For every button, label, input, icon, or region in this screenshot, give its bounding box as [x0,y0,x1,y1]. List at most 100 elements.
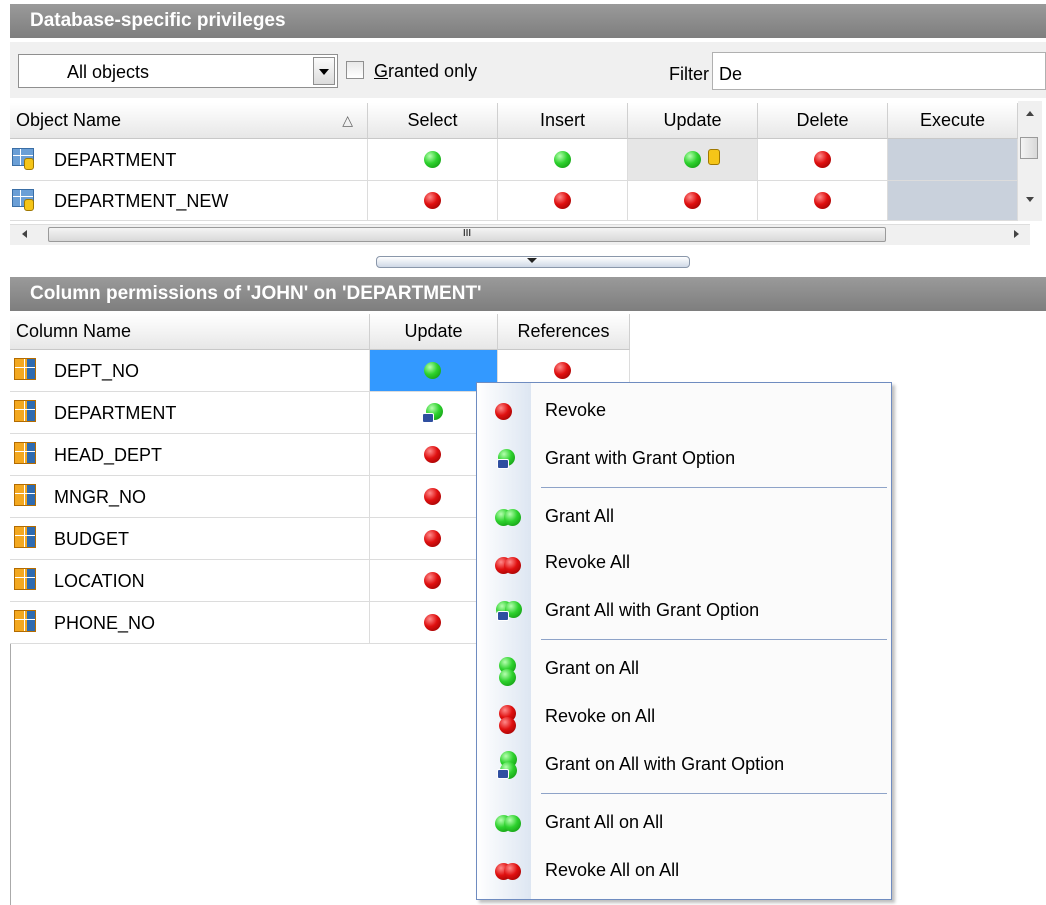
column-header-select-label: Select [407,110,458,130]
column-name-cell[interactable]: MNGR_NO [10,476,370,518]
grid-frame-line [10,644,11,905]
column-name-cell[interactable]: PHONE_NO [10,602,370,644]
column-name-cell[interactable]: DEPARTMENT [10,392,370,434]
column-icon [14,400,36,422]
column-header-update-label: Update [404,321,463,341]
scroll-right-icon[interactable] [1014,230,1019,238]
menu-item-revoke-all-on-all[interactable]: Revoke All on All [477,851,891,891]
revoked-icon [424,572,441,589]
column-name: MNGR_NO [54,487,147,507]
object-name-cell[interactable]: DEPARTMENT_NEW [10,181,368,221]
menu-item-grant-all-with-grant-option[interactable]: Grant All with Grant Option [477,591,891,631]
filter-input[interactable]: De [712,52,1046,90]
granted-icon [424,151,441,168]
chevron-down-icon [527,258,537,263]
object-name: DEPARTMENT [54,150,177,170]
revoked-icon [814,151,831,168]
delete-cell[interactable] [758,181,888,221]
revoked-icon [424,530,441,547]
menu-separator [541,793,887,794]
column-name-cell[interactable]: HEAD_DEPT [10,434,370,476]
column-name-cell[interactable]: LOCATION [10,560,370,602]
granted-only-accelerator: G [374,61,389,81]
granted-only-label-text: ranted only [388,61,478,81]
column-header-references-label: References [517,321,610,341]
menu-item-label: Grant on All [545,658,640,678]
stacked-green-dot-hand-icon [495,751,521,779]
column-header-insert[interactable]: Insert [498,103,628,139]
granted-only-checkbox[interactable] [346,61,364,79]
column-header-delete[interactable]: Delete [758,103,888,139]
column-name: DEPT_NO [54,361,140,381]
menu-item-grant-all-on-all[interactable]: Grant All on All [477,803,891,843]
execute-cell [888,139,1018,181]
menu-item-grant-on-all-with-grant-option[interactable]: Grant on All with Grant Option [477,745,891,785]
column-header-column-name[interactable]: Column Name [10,314,370,350]
double-green-dot-icon [495,813,521,835]
menu-item-label: Revoke [545,400,607,420]
granted-only-label[interactable]: Granted only [374,61,477,82]
menu-item-grant-all[interactable]: Grant All [477,497,891,537]
execute-cell [888,181,1018,221]
scroll-thumb[interactable] [1020,137,1038,159]
select-cell[interactable] [368,139,498,181]
horizontal-scrollbar[interactable]: III [10,224,1030,245]
delete-cell[interactable] [758,139,888,181]
table-icon [12,189,34,211]
insert-cell[interactable] [498,139,628,181]
column-header-references[interactable]: References [498,314,630,350]
column-name-cell[interactable]: DEPT_NO [10,350,370,392]
privileges-toolbar: All objects Granted only Filter De [10,42,1046,98]
update-cell[interactable] [628,139,758,181]
column-header-execute[interactable]: Execute [888,103,1018,139]
revoked-icon [554,192,571,209]
select-cell[interactable] [368,181,498,221]
double-red-dot-icon [495,553,521,575]
column-header-update[interactable]: Update [370,314,498,350]
stacked-green-dot-icon [495,657,521,686]
granted-icon [684,151,701,168]
panel-splitter[interactable] [376,256,690,268]
scroll-up-icon[interactable] [1026,111,1034,116]
horizontal-scroll-thumb[interactable]: III [48,227,886,242]
table-icon [12,148,34,170]
object-name-cell[interactable]: DEPARTMENT [10,139,368,181]
menu-item-revoke-on-all[interactable]: Revoke on All [477,697,891,737]
column-header-object-name[interactable]: Object Name △ [10,103,368,139]
revoked-icon [684,192,701,209]
column-icon [14,442,36,464]
column-name: HEAD_DEPT [54,445,163,465]
granted-icon [424,362,441,379]
column-name-cell[interactable]: BUDGET [10,518,370,560]
column-permissions-header: Column permissions of 'JOHN' on 'DEPARTM… [10,277,1046,311]
object-type-combo[interactable]: All objects [18,54,338,88]
red-dot-icon [495,401,521,423]
menu-item-grant-with-grant-option[interactable]: Grant with Grant Option [477,439,891,479]
column-header-select[interactable]: Select [368,103,498,139]
menu-separator [541,487,887,488]
scroll-down-icon[interactable] [1026,197,1034,202]
green-dot-hand-icon [495,449,521,471]
insert-cell[interactable] [498,181,628,221]
vertical-scrollbar[interactable] [1018,101,1042,221]
menu-item-label: Grant All with Grant Option [545,600,760,620]
column-name: DEPARTMENT [54,403,177,423]
menu-item-revoke[interactable]: Revoke [477,391,891,431]
filter-label: Filter [669,64,709,84]
column-name: BUDGET [54,529,130,549]
combo-dropdown-icon[interactable] [313,57,335,85]
scroll-left-icon[interactable] [22,230,27,238]
menu-item-revoke-all[interactable]: Revoke All [477,543,891,583]
menu-item-grant-on-all[interactable]: Grant on All [477,649,891,689]
database-privileges-header: Database-specific privileges [10,4,1046,38]
menu-item-label: Grant with Grant Option [545,448,736,468]
column-header-object-name-label: Object Name [16,110,122,130]
granted-icon [554,151,571,168]
menu-item-label: Grant All on All [545,812,664,832]
column-header-update[interactable]: Update [628,103,758,139]
column-header-delete-label: Delete [796,110,849,130]
column-icon [14,526,36,548]
menu-item-label: Grant All [545,506,615,526]
column-icon [14,358,36,380]
update-cell[interactable] [628,181,758,221]
